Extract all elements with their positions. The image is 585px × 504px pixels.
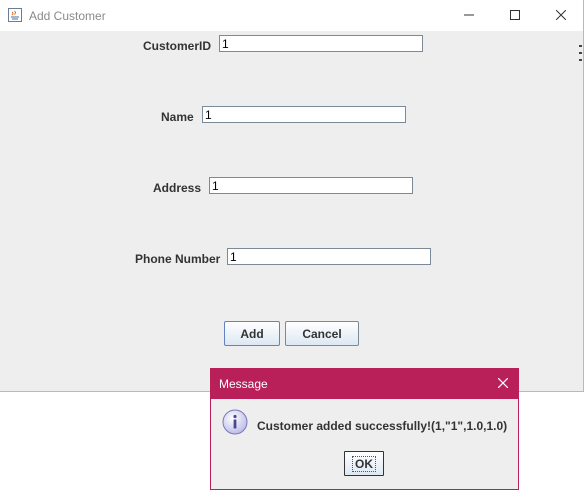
add-button[interactable]: Add <box>224 321 280 346</box>
minimize-button[interactable] <box>446 0 492 31</box>
maximize-icon <box>510 7 520 25</box>
dialog-close-button[interactable] <box>488 369 518 399</box>
add-customer-window: Add Customer CustomerID Name Address <box>0 0 584 392</box>
maximize-button[interactable] <box>492 0 538 31</box>
resize-grip[interactable] <box>579 43 583 65</box>
customer-id-field[interactable] <box>219 35 423 52</box>
dialog-titlebar[interactable]: Message <box>211 369 518 399</box>
minimize-icon <box>464 7 474 25</box>
window-titlebar[interactable]: Add Customer <box>0 0 583 31</box>
info-icon <box>222 409 248 435</box>
name-field[interactable] <box>202 106 406 123</box>
ok-button-label: OK <box>352 455 376 472</box>
cancel-button[interactable]: Cancel <box>285 321 359 346</box>
address-field[interactable] <box>209 177 413 194</box>
close-icon <box>497 375 509 393</box>
phone-number-label: Phone Number <box>135 252 221 266</box>
customer-id-label: CustomerID <box>143 39 212 53</box>
window-title: Add Customer <box>29 9 106 23</box>
phone-number-field[interactable] <box>227 248 431 265</box>
close-icon <box>555 7 567 25</box>
dialog-title: Message <box>219 377 268 391</box>
name-label: Name <box>161 110 194 124</box>
address-label: Address <box>153 181 202 195</box>
dialog-message: Customer added successfully!(1,"1",1.0,1… <box>257 419 508 433</box>
ok-button[interactable]: OK <box>344 451 384 476</box>
java-app-icon <box>8 8 22 22</box>
close-button[interactable] <box>538 0 584 31</box>
message-dialog: Message Customer added successfully!(1,"… <box>210 368 519 490</box>
